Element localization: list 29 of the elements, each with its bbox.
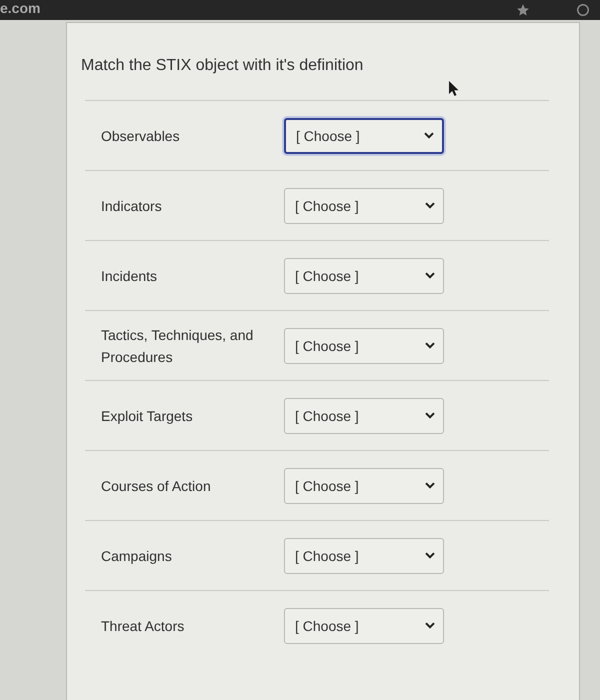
url-text[interactable]: e.com bbox=[0, 0, 40, 16]
choose-dropdown[interactable]: [ Choose ] bbox=[284, 538, 444, 574]
match-label: Exploit Targets bbox=[101, 406, 194, 426]
chevron-down-icon bbox=[425, 552, 435, 559]
choose-dropdown[interactable]: [ Choose ] bbox=[284, 398, 444, 434]
match-label: Campaigns bbox=[101, 546, 173, 566]
mouse-pointer-icon bbox=[449, 81, 460, 96]
ring-icon[interactable] bbox=[576, 3, 590, 17]
match-label: Courses of Action bbox=[101, 476, 212, 496]
chevron-down-icon bbox=[425, 412, 435, 419]
chevron-down-icon bbox=[425, 622, 435, 629]
choose-dropdown[interactable]: [ Choose ] bbox=[284, 188, 444, 224]
chevron-down-icon bbox=[425, 272, 435, 279]
match-label: Indicators bbox=[101, 196, 163, 216]
chevron-down-icon bbox=[425, 202, 435, 209]
choose-dropdown[interactable]: [ Choose ] bbox=[284, 468, 444, 504]
choose-dropdown[interactable]: [ Choose ] bbox=[284, 258, 444, 294]
match-label: Tactics, Techniques, and Procedures bbox=[101, 326, 254, 366]
chevron-down-icon bbox=[424, 132, 434, 139]
question-title: Match the STIX object with it's definition bbox=[81, 56, 364, 76]
chevron-down-icon bbox=[425, 342, 435, 349]
match-label: Threat Actors bbox=[101, 616, 186, 636]
choose-dropdown[interactable]: [ Choose ] bbox=[284, 328, 444, 364]
match-label: Incidents bbox=[101, 266, 158, 286]
chevron-down-icon bbox=[425, 482, 435, 489]
choose-dropdown[interactable]: [ Choose ] bbox=[284, 608, 444, 644]
star-icon[interactable] bbox=[516, 3, 530, 17]
choose-dropdown[interactable]: [ Choose ] bbox=[284, 118, 444, 154]
match-label: Observables bbox=[101, 126, 181, 146]
